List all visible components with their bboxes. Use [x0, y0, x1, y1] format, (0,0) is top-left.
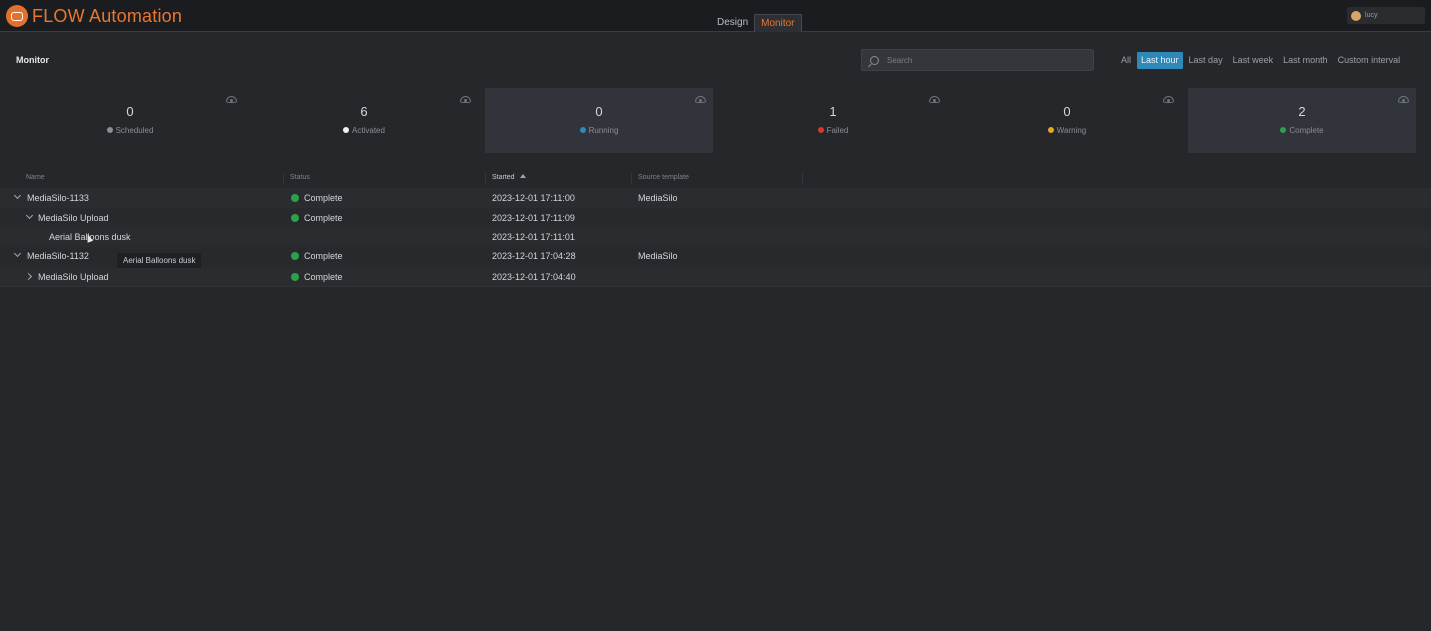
stat-value: 0 — [595, 104, 603, 119]
row-status: Complete — [291, 213, 343, 223]
stat-label: Complete — [1188, 126, 1416, 135]
tab-monitor[interactable]: Monitor — [754, 14, 802, 32]
top-bar: FLOW Automation Design Monitor lucy — [0, 0, 1431, 32]
stat-value: 0 — [1063, 104, 1071, 119]
eye-icon[interactable] — [1398, 96, 1409, 103]
eye-icon[interactable] — [695, 96, 706, 103]
column-divider[interactable] — [802, 173, 803, 185]
search-box[interactable] — [861, 49, 1094, 71]
row-status: Complete — [291, 193, 343, 203]
filter-last-week[interactable]: Last week — [1229, 52, 1278, 69]
status-complete-icon — [291, 214, 299, 222]
user-name: lucy — [1365, 12, 1378, 19]
eye-icon[interactable] — [460, 96, 471, 103]
status-complete-icon — [291, 252, 299, 260]
status-complete-icon — [291, 273, 299, 281]
status-summary: 0 Scheduled 6 Activated 0 Running 1 Fail… — [16, 88, 1416, 153]
sort-ascending-icon — [519, 174, 526, 178]
stat-label: Running — [485, 126, 713, 135]
stat-warning[interactable]: 0 Warning — [953, 88, 1181, 153]
row-source: MediaSilo — [638, 251, 678, 261]
filter-all[interactable]: All — [1117, 52, 1135, 69]
row-started: 2023-12-01 17:11:01 — [492, 232, 575, 242]
table-header: Name Status Started Source template — [0, 171, 1431, 187]
page-title: Monitor — [16, 55, 49, 65]
table-row[interactable]: MediaSilo Upload Complete 2023-12-01 17:… — [0, 267, 1431, 287]
status-dot-icon — [579, 127, 586, 133]
search-icon — [870, 55, 879, 65]
row-name: MediaSilo Upload — [38, 272, 109, 282]
tab-design[interactable]: Design — [711, 14, 754, 32]
app-logo[interactable]: FLOW Automation — [6, 5, 182, 27]
filter-custom-interval[interactable]: Custom interval — [1334, 52, 1405, 69]
table-row[interactable]: Aerial Balloons dusk 2023-12-01 17:11:01 — [0, 228, 1431, 247]
chevron-right-icon[interactable] — [24, 272, 33, 281]
chevron-down-icon[interactable] — [13, 191, 22, 200]
column-divider[interactable] — [631, 173, 632, 185]
stat-label: Failed — [719, 126, 947, 135]
stat-scheduled[interactable]: 0 Scheduled — [16, 88, 244, 153]
row-started: 2023-12-01 17:11:09 — [492, 213, 575, 223]
search-input[interactable] — [887, 55, 1077, 65]
row-name: MediaSilo-1132 — [27, 251, 89, 261]
flow-logo-icon — [6, 5, 28, 27]
row-status: Complete — [291, 251, 343, 261]
filter-last-month[interactable]: Last month — [1279, 52, 1332, 69]
row-name: MediaSilo-1133 — [27, 193, 89, 203]
user-menu[interactable]: lucy — [1347, 7, 1425, 24]
stat-label: Scheduled — [16, 126, 244, 135]
status-dot-icon — [1047, 127, 1054, 133]
chevron-down-icon[interactable] — [25, 211, 34, 220]
filter-last-day[interactable]: Last day — [1185, 52, 1227, 69]
stat-failed[interactable]: 1 Failed — [719, 88, 947, 153]
tooltip: Aerial Balloons dusk — [117, 253, 202, 268]
status-dot-icon — [343, 127, 350, 133]
row-source: MediaSilo — [638, 193, 678, 203]
row-started: 2023-12-01 17:11:00 — [492, 193, 575, 203]
stat-label: Warning — [953, 126, 1181, 135]
column-started[interactable]: Started — [492, 174, 526, 181]
status-dot-icon — [106, 127, 113, 133]
stat-value: 0 — [126, 104, 134, 119]
avatar — [1351, 10, 1361, 21]
chevron-down-icon[interactable] — [13, 249, 22, 258]
job-table: MediaSilo-1133 Complete 2023-12-01 17:11… — [0, 188, 1431, 287]
row-status: Complete — [291, 272, 343, 282]
eye-icon[interactable] — [226, 96, 237, 103]
eye-icon[interactable] — [1163, 96, 1174, 103]
column-divider[interactable] — [485, 173, 486, 185]
column-divider[interactable] — [283, 173, 284, 185]
row-name: MediaSilo Upload — [38, 213, 109, 223]
stat-running[interactable]: 0 Running — [485, 88, 713, 153]
eye-icon[interactable] — [929, 96, 940, 103]
app-title: FLOW Automation — [32, 5, 183, 26]
column-name[interactable]: Name — [26, 174, 45, 181]
table-row[interactable]: MediaSilo-1133 Complete 2023-12-01 17:11… — [0, 188, 1431, 208]
stat-complete[interactable]: 2 Complete — [1188, 88, 1416, 153]
filter-last-hour[interactable]: Last hour — [1137, 52, 1183, 69]
stat-value: 6 — [360, 104, 368, 119]
stat-value: 2 — [1298, 104, 1306, 119]
table-row[interactable]: MediaSilo-1132 Complete 2023-12-01 17:04… — [0, 247, 1431, 267]
stat-label: Activated — [250, 126, 478, 135]
time-filter: All Last hour Last day Last week Last mo… — [1117, 52, 1406, 69]
row-started: 2023-12-01 17:04:28 — [492, 251, 576, 261]
status-dot-icon — [1280, 127, 1287, 133]
column-status[interactable]: Status — [290, 174, 310, 181]
stat-value: 1 — [829, 104, 837, 119]
table-row[interactable]: MediaSilo Upload Complete 2023-12-01 17:… — [0, 208, 1431, 228]
stat-activated[interactable]: 6 Activated — [250, 88, 478, 153]
nav-tabs: Design Monitor — [711, 14, 802, 32]
status-complete-icon — [291, 194, 299, 202]
row-started: 2023-12-01 17:04:40 — [492, 272, 576, 282]
status-dot-icon — [817, 127, 824, 133]
column-source-template[interactable]: Source template — [638, 174, 689, 181]
